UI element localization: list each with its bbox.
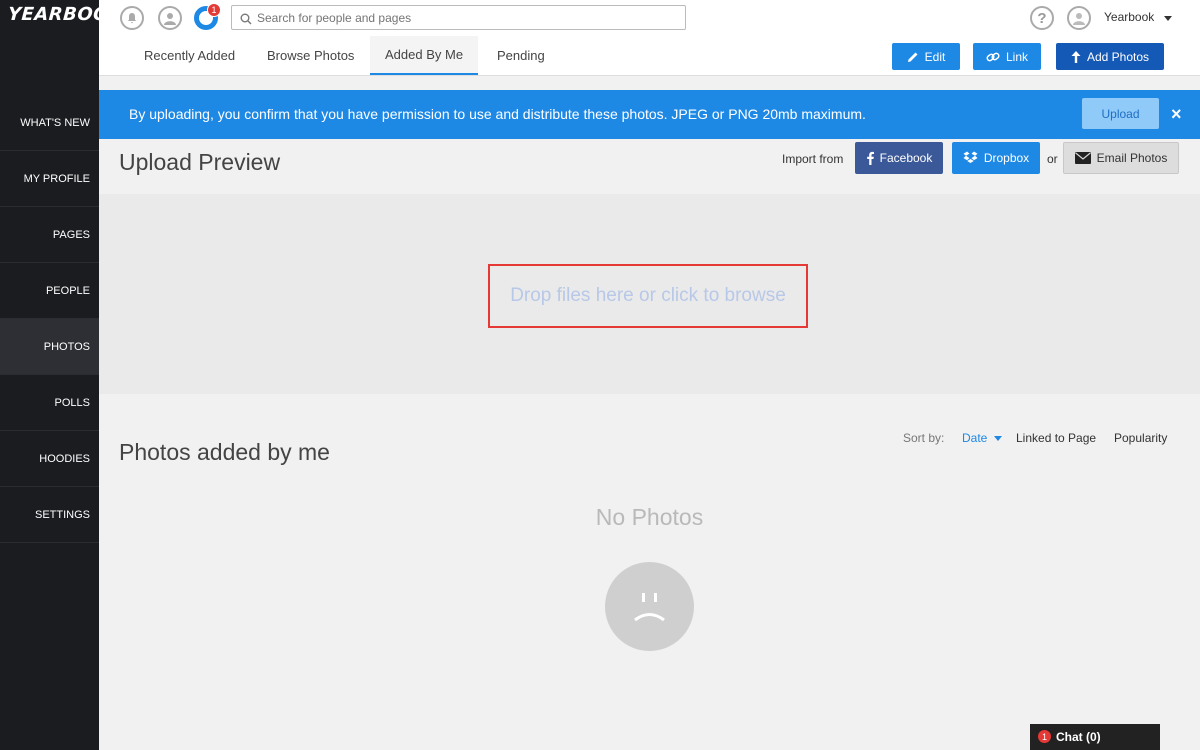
sidebar-item-polls[interactable]: POLLS [0, 375, 99, 431]
chevron-down-icon[interactable] [1164, 16, 1172, 21]
edit-label: Edit [924, 49, 946, 64]
search-input[interactable] [257, 10, 685, 25]
close-icon[interactable]: × [1171, 104, 1182, 125]
dropbox-label: Dropbox [983, 151, 1030, 165]
pencil-icon [907, 52, 918, 62]
link-label: Link [1005, 49, 1028, 64]
facebook-label: Facebook [879, 151, 933, 165]
sort-popularity-option[interactable]: Popularity [1114, 431, 1167, 445]
edit-button[interactable]: Edit [892, 43, 960, 70]
link-button[interactable]: Link [973, 43, 1041, 70]
sort-by-label: Sort by: [903, 431, 945, 445]
tab-browse-photos[interactable]: Browse Photos [252, 36, 369, 74]
link-icon [986, 52, 1000, 61]
import-from-label: Import from [782, 152, 844, 166]
arrow-up-icon [1071, 50, 1081, 63]
help-icon[interactable]: ? [1030, 6, 1054, 30]
sidebar-item-my-profile[interactable]: MY PROFILE [0, 151, 99, 207]
bell-icon[interactable] [120, 6, 144, 30]
drop-files-target[interactable]: Drop files here or click to browse [488, 264, 808, 328]
upload-permission-banner: By uploading, you confirm that you have … [99, 90, 1200, 139]
chevron-down-icon [993, 436, 1002, 442]
sidebar-item-pages[interactable]: PAGES [0, 207, 99, 263]
email-photos-button[interactable]: Email Photos [1063, 142, 1179, 174]
add-photos-label: Add Photos [1086, 49, 1150, 64]
import-dropbox-button[interactable]: Dropbox [952, 142, 1040, 174]
sidebar-item-whats-new[interactable]: WHAT'S NEW [0, 95, 99, 151]
sort-linked-option[interactable]: Linked to Page [1016, 431, 1096, 445]
banner-message: By uploading, you confirm that you have … [129, 106, 866, 122]
facebook-icon [866, 151, 874, 165]
empty-state-text: No Photos [595, 504, 704, 530]
sidebar-nav: WHAT'S NEW MY PROFILE PAGES PEOPLE PHOTO… [0, 95, 99, 543]
add-photos-button[interactable]: Add Photos [1056, 43, 1164, 70]
sad-face-icon [605, 562, 694, 651]
tab-pending[interactable]: Pending [482, 36, 560, 74]
username-label[interactable]: Yearbook [1104, 10, 1154, 24]
upload-preview-title: Upload Preview [119, 149, 281, 175]
envelope-icon [1074, 152, 1091, 164]
photos-added-title: Photos added by me [119, 439, 330, 465]
upload-dropzone[interactable]: Drop files here or click to browse [99, 194, 1200, 394]
email-photos-label: Email Photos [1096, 151, 1168, 165]
dropbox-icon [963, 151, 978, 163]
sort-date-label: Date [962, 431, 988, 445]
search-bar [231, 5, 686, 30]
chat-button[interactable]: 1 Chat (0) [1030, 724, 1160, 750]
photo-tabs-bar: Recently Added Browse Photos Added By Me… [99, 36, 1200, 76]
sidebar-item-photos[interactable]: PHOTOS [0, 319, 99, 375]
profile-icon[interactable] [158, 6, 182, 30]
sidebar: YEARBOOK WHAT'S NEW MY PROFILE PAGES PEO… [0, 0, 124, 750]
or-label: or [1047, 152, 1058, 166]
sidebar-item-hoodies[interactable]: HOODIES [0, 431, 99, 487]
chat-badge: 1 [1038, 730, 1051, 743]
user-avatar[interactable] [1067, 6, 1091, 30]
upload-button[interactable]: Upload [1082, 98, 1159, 129]
top-header: 1 ? Yearbook [99, 0, 1200, 36]
chat-label: Chat (0) [1056, 730, 1101, 744]
sidebar-item-people[interactable]: PEOPLE [0, 263, 99, 319]
sort-date-option[interactable]: Date [962, 431, 1002, 445]
import-facebook-button[interactable]: Facebook [855, 142, 943, 174]
search-icon [240, 12, 252, 30]
tab-recently-added[interactable]: Recently Added [129, 36, 250, 74]
tab-added-by-me[interactable]: Added By Me [370, 36, 479, 75]
sidebar-item-settings[interactable]: SETTINGS [0, 487, 99, 543]
notification-badge: 1 [207, 3, 221, 17]
